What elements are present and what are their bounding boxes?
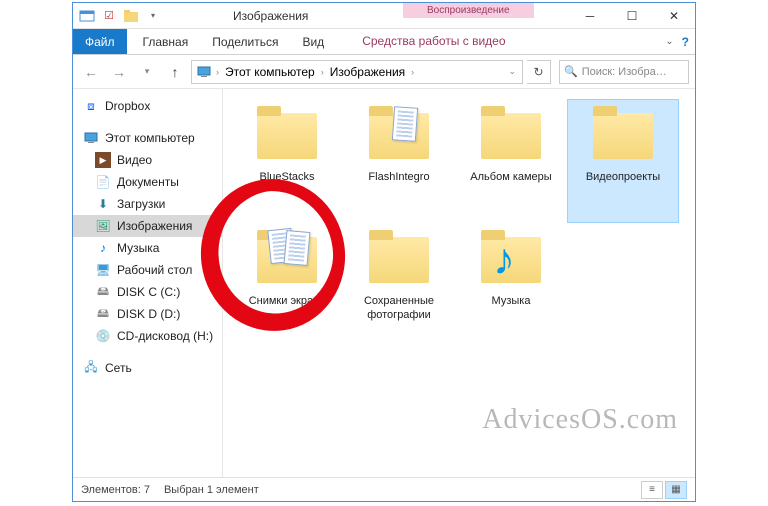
qat-folder-icon[interactable]	[121, 6, 141, 26]
breadcrumb[interactable]: › Этот компьютер › Изображения › ⌄	[191, 60, 523, 84]
nav-network[interactable]: 🖧Сеть	[73, 357, 222, 379]
search-icon: 🔍	[564, 65, 578, 78]
help-icon[interactable]: ?	[682, 35, 689, 49]
breadcrumb-folder[interactable]: Изображения	[328, 65, 407, 79]
forward-button[interactable]: →	[107, 60, 131, 84]
window-title: Изображения	[233, 9, 308, 23]
tab-share[interactable]: Поделиться	[200, 29, 290, 54]
chevron-right-icon[interactable]: ›	[214, 67, 221, 77]
tab-view[interactable]: Вид	[290, 29, 336, 54]
view-details-button[interactable]: ≡	[641, 481, 663, 499]
search-placeholder: Поиск: Изобра…	[582, 66, 667, 78]
refresh-button[interactable]: ↻	[527, 60, 551, 84]
chevron-right-icon[interactable]: ›	[319, 67, 326, 77]
nav-videos[interactable]: ▶Видео	[73, 149, 222, 171]
nav-disk-c[interactable]: 🖴DISK C (C:)	[73, 281, 222, 303]
disc-icon: 💿	[95, 328, 111, 344]
tab-file[interactable]: Файл	[73, 29, 127, 54]
nav-downloads[interactable]: ⬇Загрузки	[73, 193, 222, 215]
folder-bluestacks[interactable]: BlueStacks	[231, 99, 343, 223]
folder-icon: ♪	[475, 229, 547, 291]
quick-access-toolbar: ☑ ▾	[73, 6, 167, 26]
nav-pictures[interactable]: 🖼Изображения	[73, 215, 222, 237]
maximize-button[interactable]: ☐	[611, 3, 653, 29]
contextual-tab-header: Воспроизведение	[403, 3, 534, 18]
titlebar: ☑ ▾ Изображения Воспроизведение ─ ☐ ✕	[73, 3, 695, 29]
close-button[interactable]: ✕	[653, 3, 695, 29]
nav-dropbox[interactable]: ⧈Dropbox	[73, 95, 222, 117]
nav-desktop[interactable]: 🖥Рабочий стол	[73, 259, 222, 281]
folder-icon	[251, 105, 323, 167]
nav-documents[interactable]: 📄Документы	[73, 171, 222, 193]
drive-icon: 🖴	[95, 306, 111, 322]
recent-dropdown-icon[interactable]: ▾	[135, 60, 159, 84]
breadcrumb-pc[interactable]: Этот компьютер	[223, 65, 317, 79]
contextual-tab-label: Воспроизведение	[403, 3, 534, 18]
music-icon: ♪	[95, 240, 111, 256]
chevron-right-icon[interactable]: ›	[409, 67, 416, 77]
nav-cd-drive[interactable]: 💿CD-дисковод (H:)	[73, 325, 222, 347]
app-icon	[77, 6, 97, 26]
search-input[interactable]: 🔍 Поиск: Изобра…	[559, 60, 689, 84]
folder-icon	[363, 105, 435, 167]
dropbox-icon: ⧈	[83, 98, 99, 114]
download-icon: ⬇	[95, 196, 111, 212]
folder-icon	[475, 105, 547, 167]
folder-icon	[251, 229, 323, 291]
nav-music[interactable]: ♪Музыка	[73, 237, 222, 259]
address-bar: ← → ▾ ↑ › Этот компьютер › Изображения ›…	[73, 55, 695, 89]
qat-dropdown-icon[interactable]: ▾	[143, 6, 163, 26]
video-icon: ▶	[95, 152, 111, 168]
status-bar: Элементов: 7 Выбран 1 элемент ≡ ▦	[73, 477, 695, 501]
content-pane[interactable]: BlueStacks FlashIntegro Альбом камеры Ви…	[223, 89, 695, 477]
tab-video-tools[interactable]: Средства работы с видео	[350, 29, 517, 54]
folder-music[interactable]: ♪ Музыка	[455, 223, 567, 347]
back-button[interactable]: ←	[79, 60, 103, 84]
up-button[interactable]: ↑	[163, 60, 187, 84]
folder-icon	[587, 105, 659, 167]
folder-camera-roll[interactable]: Альбом камеры	[455, 99, 567, 223]
tab-home[interactable]: Главная	[131, 29, 201, 54]
ribbon-tabs: Файл Главная Поделиться Вид Средства раб…	[73, 29, 695, 55]
minimize-button[interactable]: ─	[569, 3, 611, 29]
music-note-icon: ♪	[493, 235, 515, 285]
status-selection: Выбран 1 элемент	[164, 484, 259, 496]
folder-screenshots[interactable]: Снимки экрана	[231, 223, 343, 347]
pc-icon	[196, 64, 212, 80]
drive-icon: 🖴	[95, 284, 111, 300]
folder-flashintegro[interactable]: FlashIntegro	[343, 99, 455, 223]
pc-icon	[83, 130, 99, 146]
view-large-icons-button[interactable]: ▦	[665, 481, 687, 499]
explorer-window: ☑ ▾ Изображения Воспроизведение ─ ☐ ✕ Фа…	[72, 2, 696, 502]
folder-saved-pictures[interactable]: Сохраненные фотографии	[343, 223, 455, 347]
folder-video-projects[interactable]: Видеопроекты	[567, 99, 679, 223]
qat-properties-icon[interactable]: ☑	[99, 6, 119, 26]
status-item-count: Элементов: 7	[81, 484, 150, 496]
nav-this-pc[interactable]: Этот компьютер	[73, 127, 222, 149]
folder-icon	[363, 229, 435, 291]
desktop-icon: 🖥	[95, 262, 111, 278]
breadcrumb-dropdown-icon[interactable]: ⌄	[506, 66, 518, 77]
navigation-pane: ⧈Dropbox Этот компьютер ▶Видео 📄Документ…	[73, 89, 223, 477]
pictures-icon: 🖼	[95, 218, 111, 234]
network-icon: 🖧	[83, 360, 99, 376]
nav-disk-d[interactable]: 🖴DISK D (D:)	[73, 303, 222, 325]
ribbon-collapse-icon[interactable]: ⌄	[665, 36, 673, 47]
document-icon: 📄	[95, 174, 111, 190]
